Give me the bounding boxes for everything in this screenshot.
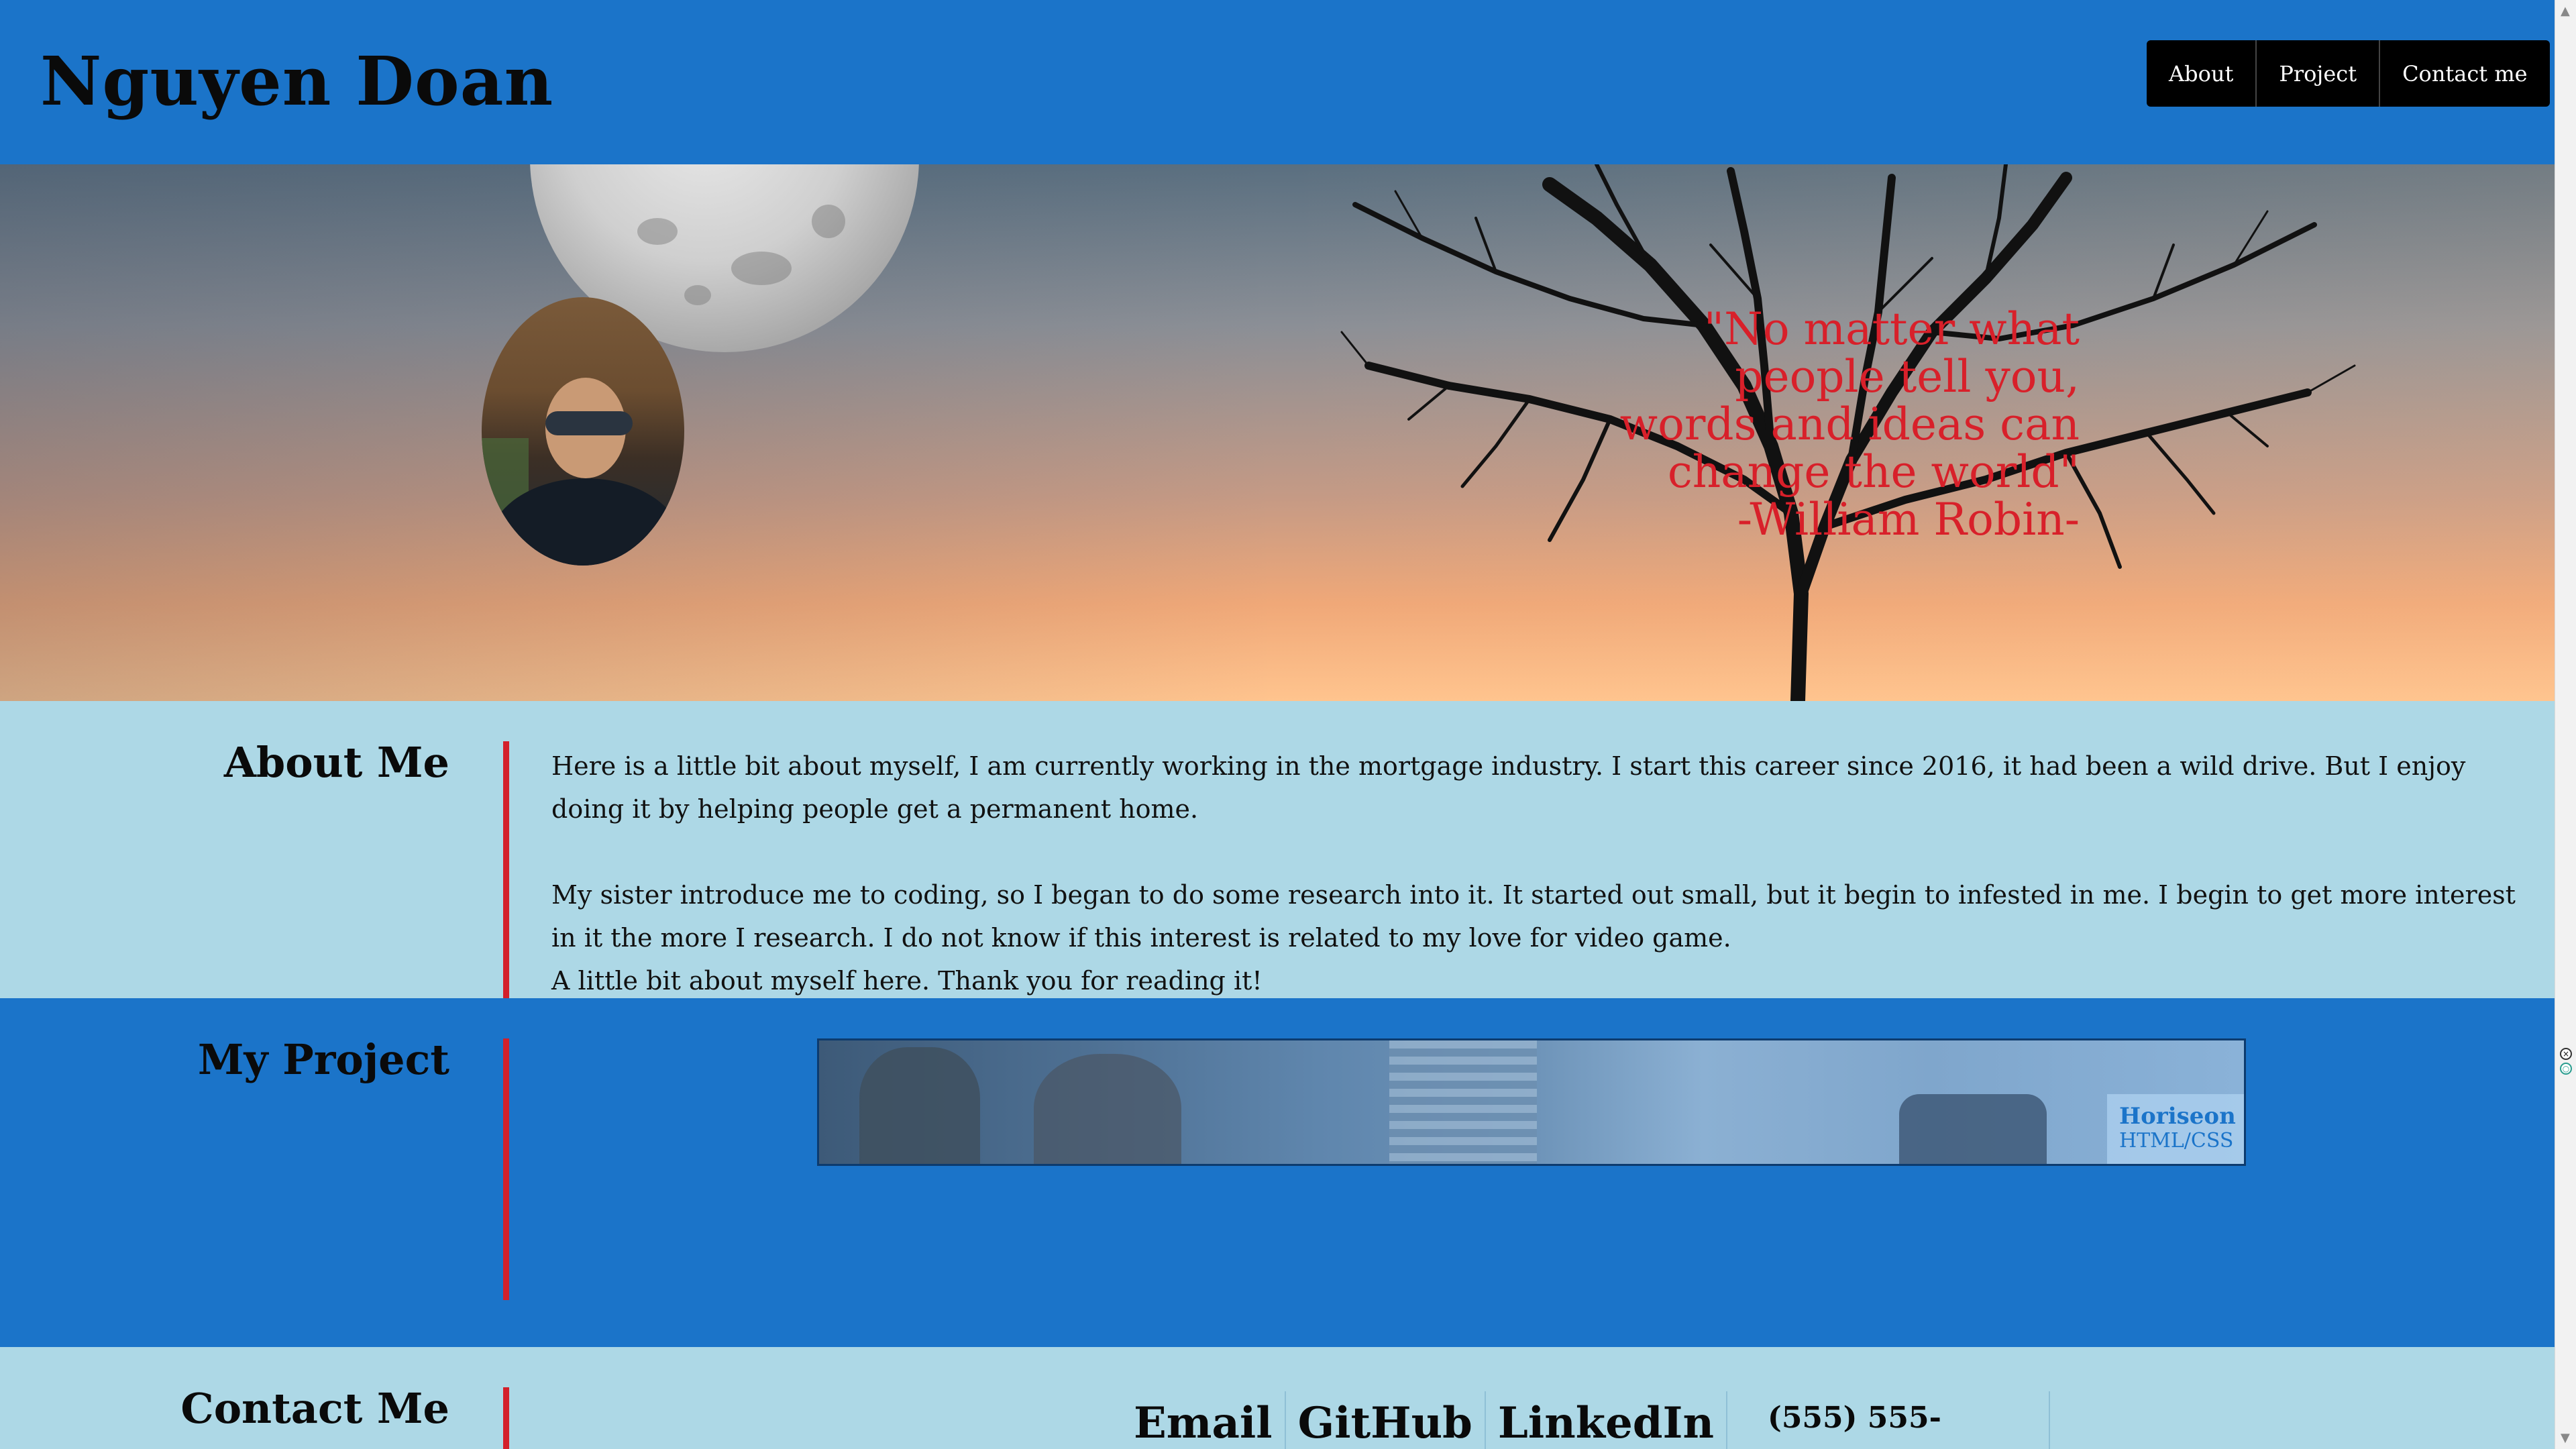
info-circle-icon[interactable]: ○: [2560, 1063, 2572, 1075]
main-nav: About Project Contact me: [2147, 40, 2550, 107]
section-divider: [503, 1038, 509, 1300]
scroll-up-arrow-icon[interactable]: ▲: [2561, 4, 2570, 18]
vertical-scrollbar[interactable]: ▲ ▼: [2555, 0, 2576, 1449]
hero-banner: "No matter what people tell you, words a…: [0, 164, 2555, 701]
scrollbar-thumb[interactable]: [2559, 27, 2573, 1275]
site-title: Nguyen Doan: [40, 42, 554, 121]
github-link[interactable]: GitHub: [1286, 1391, 1486, 1449]
about-paragraph: My sister introduce me to coding, so I b…: [551, 880, 2516, 953]
project-image-chair: [1899, 1094, 2047, 1164]
hero-quote: "No matter what people tell you, words a…: [1610, 305, 2080, 543]
section-divider: [503, 1387, 509, 1449]
scroll-down-arrow-icon[interactable]: ▼: [2561, 1431, 2570, 1445]
quote-line: change the world": [1667, 446, 2080, 498]
quote-line: people tell you,: [1735, 351, 2080, 402]
close-circle-icon[interactable]: ×: [2560, 1048, 2572, 1060]
project-image-person: [859, 1047, 980, 1164]
site-header: Nguyen Doan About Project Contact me: [0, 0, 2555, 164]
about-text: Here is a little bit about myself, I am …: [551, 745, 2517, 1002]
about-section: About Me Here is a little bit about myse…: [0, 701, 2555, 998]
section-divider: [503, 741, 509, 998]
quote-author: -William Robin-: [1737, 494, 2080, 545]
project-label: Horiseon HTML/CSS: [2107, 1094, 2244, 1164]
contact-title: Contact Me: [180, 1384, 449, 1433]
project-tech: HTML/CSS: [2119, 1129, 2234, 1152]
nav-project-link[interactable]: Project: [2257, 40, 2381, 107]
project-title: My Project: [197, 1035, 449, 1084]
nav-contact-link[interactable]: Contact me: [2380, 40, 2550, 107]
project-card-horiseon[interactable]: Horiseon HTML/CSS: [817, 1038, 2246, 1166]
project-section: My Project Horiseon HTML/CSS: [0, 998, 2555, 1347]
profile-avatar: [482, 297, 684, 566]
quote-line: "No matter what: [1703, 303, 2080, 355]
contact-section: Contact Me Email GitHub LinkedIn (555) 5…: [0, 1347, 2555, 1449]
nav-about-link[interactable]: About: [2147, 40, 2257, 107]
about-paragraph: A little bit about myself here. Thank yo…: [551, 966, 1263, 996]
project-image-person: [1389, 1040, 1537, 1164]
about-title: About Me: [223, 738, 449, 787]
contact-links: Email GitHub LinkedIn (555) 555-: [1120, 1391, 2050, 1449]
side-widget[interactable]: × ○: [2557, 1048, 2575, 1083]
phone-link[interactable]: (555) 555-: [1727, 1391, 2050, 1449]
linkedin-link[interactable]: LinkedIn: [1486, 1391, 1727, 1449]
project-name: Horiseon: [2119, 1103, 2236, 1130]
quote-line: words and ideas can: [1619, 398, 2080, 450]
about-paragraph: Here is a little bit about myself, I am …: [551, 751, 2466, 824]
email-link[interactable]: Email: [1120, 1391, 1286, 1449]
project-image-person: [1034, 1054, 1181, 1164]
